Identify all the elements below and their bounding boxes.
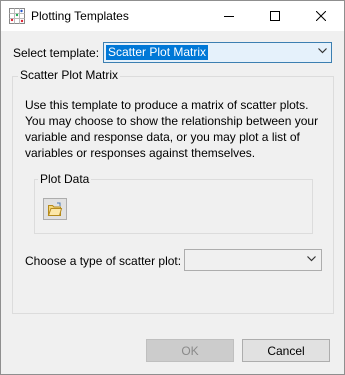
plot-data-legend: Plot Data bbox=[38, 171, 92, 187]
description-line: variable and response data, or you may p… bbox=[25, 130, 300, 144]
chevron-down-icon bbox=[307, 256, 316, 262]
title-bar: Plotting Templates bbox=[1, 1, 344, 31]
minimize-button[interactable] bbox=[206, 1, 252, 31]
ok-button[interactable]: OK bbox=[146, 339, 234, 362]
template-select[interactable]: Scatter Plot Matrix bbox=[103, 42, 332, 63]
select-template-label: Select template: bbox=[13, 46, 100, 60]
minimize-icon bbox=[224, 16, 234, 17]
close-button[interactable] bbox=[298, 1, 344, 31]
plotting-templates-dialog: Plotting Templates Select template: Scat… bbox=[0, 0, 345, 375]
maximize-button[interactable] bbox=[252, 1, 298, 31]
description-line: You may choose to show the relationship … bbox=[25, 114, 319, 128]
group-legend: Scatter Plot Matrix bbox=[18, 67, 121, 83]
scatter-type-select[interactable] bbox=[184, 249, 322, 271]
scatter-plot-icon bbox=[9, 8, 25, 24]
chevron-down-icon bbox=[318, 48, 327, 54]
template-description: Use this template to produce a matrix of… bbox=[25, 97, 321, 161]
scatter-type-label: Choose a type of scatter plot: bbox=[25, 254, 182, 268]
maximize-icon bbox=[270, 11, 280, 21]
open-data-button[interactable] bbox=[43, 198, 67, 220]
template-select-value: Scatter Plot Matrix bbox=[106, 45, 209, 60]
cancel-button[interactable]: Cancel bbox=[242, 339, 330, 362]
plot-data-group bbox=[34, 179, 313, 234]
description-line: Use this template to produce a matrix of… bbox=[25, 98, 309, 112]
description-line: variables or responses against themselve… bbox=[25, 146, 256, 160]
window-title: Plotting Templates bbox=[31, 9, 129, 23]
open-folder-icon bbox=[47, 202, 63, 216]
close-icon bbox=[316, 11, 326, 21]
